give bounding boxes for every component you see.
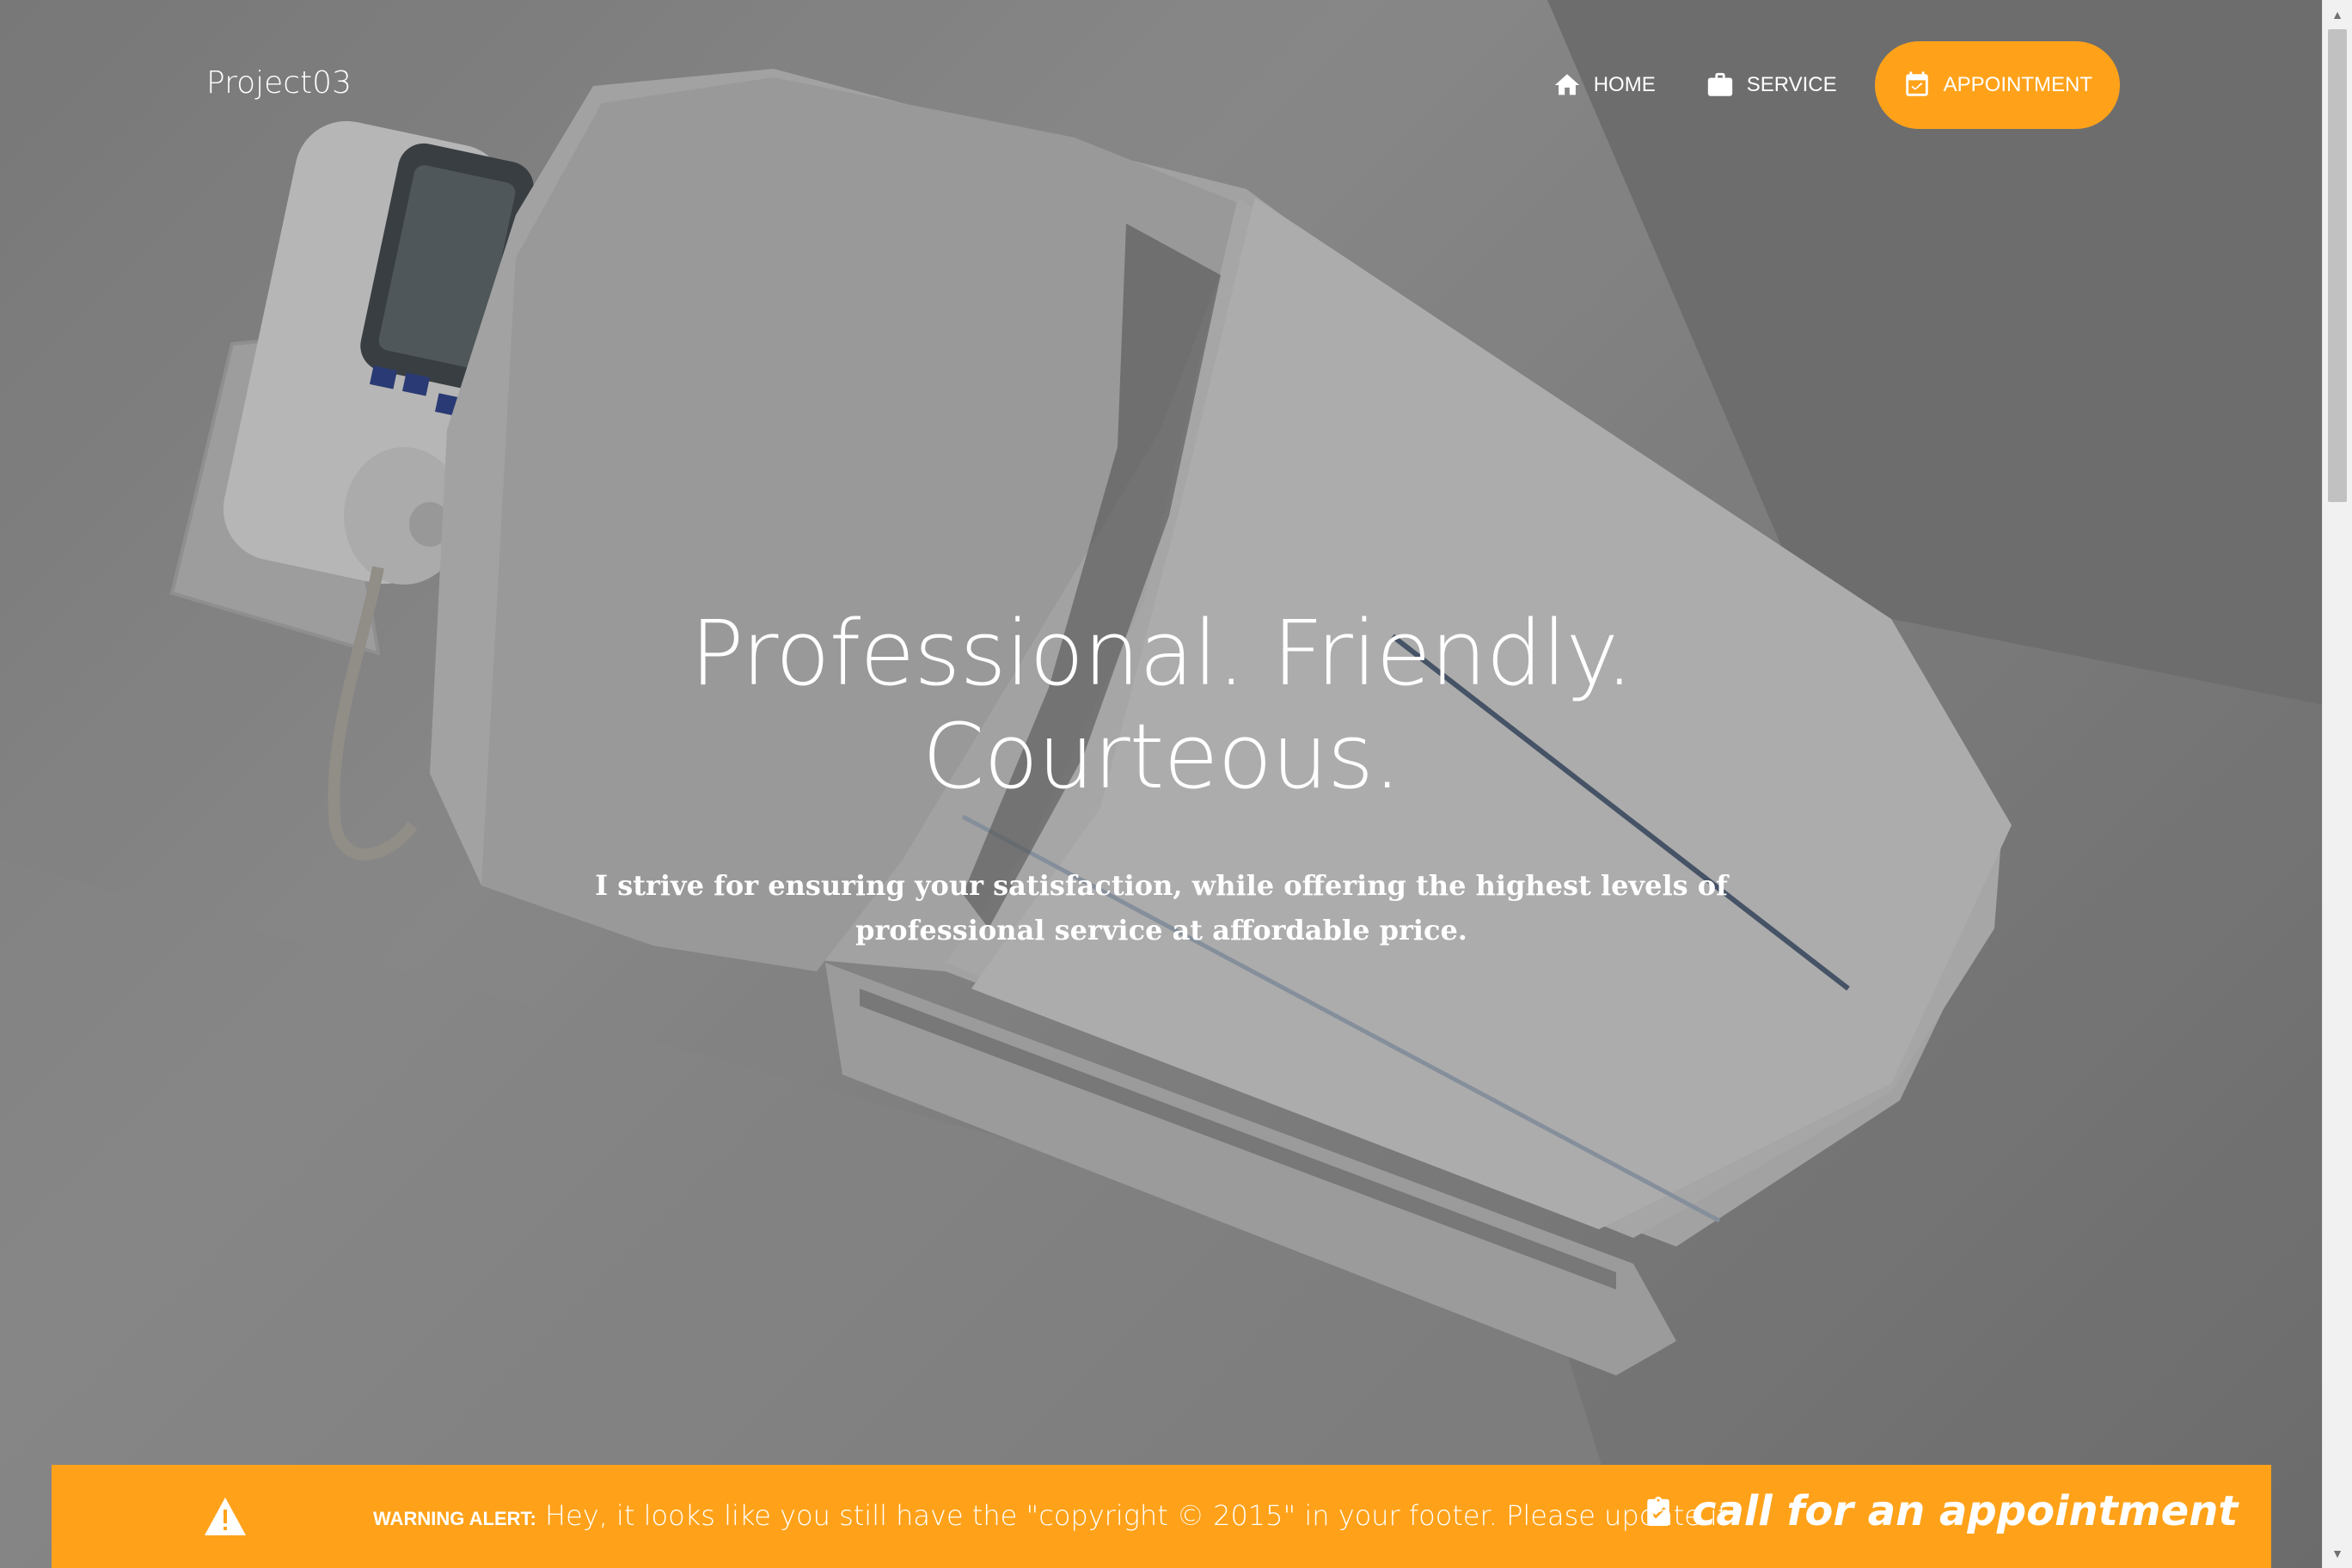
warning-icon	[205, 1498, 246, 1535]
hero-subtitle: I strive for ensuring your satisfaction,…	[595, 869, 1728, 946]
nav-appointment-button[interactable]: APPOINTMENT	[1874, 41, 2120, 129]
brand-logo[interactable]: Project03	[206, 65, 352, 101]
hero-title-line1: Professional. Friendly.	[689, 601, 1634, 706]
nav-service-label: SERVICE	[1746, 73, 1837, 96]
nav-menu: HOME SERVICE APPOINTMENT	[1540, 41, 2120, 129]
clipboard-check-icon	[1647, 1497, 1669, 1526]
warning-alert-bar: WARNING ALERT: Hey, it looks like you st…	[52, 1465, 2271, 1568]
call-appointment-text: call for an appointment	[1692, 1487, 2239, 1535]
briefcase-icon	[1707, 72, 1732, 96]
scroll-up-icon[interactable]: ▲	[2323, 0, 2352, 29]
nav-home-link[interactable]: HOME	[1540, 41, 1668, 129]
navbar: Project03 HOME SERVICE APPOINTMENT	[0, 0, 2323, 172]
nav-service-link[interactable]: SERVICE	[1694, 41, 1849, 129]
scroll-down-icon[interactable]: ▼	[2323, 1539, 2352, 1568]
call-appointment-link[interactable]: call for an appointment	[1644, 1487, 2238, 1535]
home-icon	[1554, 74, 1579, 95]
alert-label: WARNING ALERT:	[373, 1508, 536, 1529]
alert-text: Hey, it looks like you still have the "c…	[545, 1499, 1740, 1532]
alert-message: WARNING ALERT: Hey, it looks like you st…	[373, 1499, 1739, 1532]
calendar-check-icon	[1905, 71, 1928, 96]
hero-title: Professional. Friendly. Courteous.	[0, 602, 2323, 808]
nav-home-label: HOME	[1593, 73, 1656, 96]
scrollbar-thumb[interactable]	[2328, 29, 2347, 502]
page-scrollbar[interactable]: ▲ ▼	[2322, 0, 2352, 1568]
nav-appointment-label: APPOINTMENT	[1943, 73, 2092, 96]
hero-title-line2: Courteous.	[922, 704, 1401, 809]
